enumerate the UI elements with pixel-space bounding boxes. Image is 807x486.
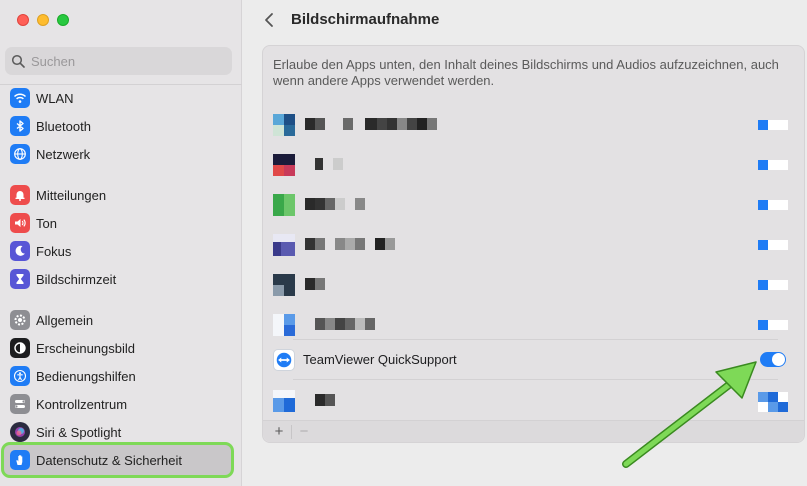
app-row-redacted — [273, 184, 788, 224]
sidebar-item-label: Siri & Spotlight — [36, 424, 122, 440]
speaker-icon — [10, 213, 30, 233]
redacted-app-name — [305, 198, 365, 210]
teamviewer-icon — [273, 349, 295, 371]
sidebar-item-label: Fokus — [36, 243, 72, 259]
minimize-window-button[interactable] — [37, 14, 49, 26]
hand-icon — [10, 450, 30, 470]
app-icon — [273, 234, 295, 256]
annotation-arrow — [622, 361, 757, 468]
back-button[interactable] — [261, 9, 277, 31]
redacted-toggle[interactable] — [758, 240, 788, 250]
redacted-toggle[interactable] — [758, 200, 788, 210]
redacted-toggle[interactable] — [758, 280, 788, 290]
app-row-redacted — [273, 104, 788, 144]
description-text: Erlaube den Apps unten, den Inhalt deine… — [273, 57, 779, 88]
remove-app-button[interactable]: − — [294, 423, 314, 440]
bell-icon — [10, 185, 30, 205]
redacted-app-name — [305, 118, 437, 130]
app-icon — [273, 314, 295, 336]
redacted-toggle[interactable] — [758, 320, 788, 330]
sidebar-item-datenschutz-sicherheit[interactable]: Datenschutz & Sicherheit — [4, 445, 231, 475]
app-row-redacted — [273, 144, 788, 184]
siri-icon — [10, 422, 30, 442]
search-input[interactable] — [31, 53, 221, 69]
sidebar-item-bildschirmzeit[interactable]: Bildschirmzeit — [10, 267, 230, 291]
switches-icon — [10, 394, 30, 414]
sidebar-item-label: Datenschutz & Sicherheit — [36, 452, 182, 468]
gear-icon — [10, 310, 30, 330]
sidebar-item-siri-spotlight[interactable]: Siri & Spotlight — [10, 420, 230, 444]
divider — [0, 84, 242, 85]
app-icon — [273, 194, 295, 216]
sidebar-item-label: Ton — [36, 215, 57, 231]
app-icon — [273, 274, 295, 296]
redacted-app-name — [305, 238, 395, 250]
sidebar-item-label: Allgemein — [36, 312, 94, 328]
sidebar-item-erscheinungsbild[interactable]: Erscheinungsbild — [10, 336, 230, 360]
redacted-app-name — [305, 394, 335, 406]
sidebar-item-label: Bildschirmzeit — [36, 271, 117, 287]
sidebar-item-kontrollzentrum[interactable]: Kontrollzentrum — [10, 392, 230, 416]
sidebar-item-label: WLAN — [36, 90, 74, 106]
sidebar-item-ton[interactable]: Ton — [10, 211, 230, 235]
sidebar-item-label: Bluetooth — [36, 118, 91, 134]
redacted-toggle[interactable] — [758, 120, 788, 130]
redacted-app-name — [305, 318, 375, 330]
app-row-redacted — [273, 224, 788, 264]
redacted-app-name — [305, 278, 325, 290]
sidebar-item-label: Erscheinungsbild — [36, 340, 136, 356]
divider — [291, 424, 292, 439]
app-row-redacted — [273, 304, 788, 344]
accessibility-icon — [10, 366, 30, 386]
app-name: TeamViewer QuickSupport — [303, 352, 457, 367]
zoom-window-button[interactable] — [57, 14, 69, 26]
sidebar-item-mitteilungen[interactable]: Mitteilungen — [10, 183, 230, 207]
app-icon — [273, 154, 295, 176]
wifi-icon — [10, 88, 30, 108]
sidebar-item-allgemein[interactable]: Allgemein — [10, 308, 230, 332]
add-app-button[interactable]: + — [269, 423, 289, 440]
page-title: Bildschirmaufnahme — [291, 11, 440, 28]
sidebar-item-label: Kontrollzentrum — [36, 396, 128, 412]
redacted-app-name — [305, 158, 343, 170]
search-field[interactable] — [5, 47, 232, 75]
app-icon — [273, 390, 295, 412]
sidebar-item-netzwerk[interactable]: Netzwerk — [10, 142, 230, 166]
app-row-redacted — [273, 264, 788, 304]
sidebar-item-fokus[interactable]: Fokus — [10, 239, 230, 263]
sidebar-item-label: Bedienungshilfen — [36, 368, 136, 384]
sidebar-item-wlan[interactable]: WLAN — [10, 86, 230, 110]
moon-icon — [10, 241, 30, 261]
globe-icon — [10, 144, 30, 164]
close-window-button[interactable] — [17, 14, 29, 26]
window-controls — [17, 14, 69, 26]
sidebar-item-bedienungshilfen[interactable]: Bedienungshilfen — [10, 364, 230, 388]
bluetooth-icon — [10, 116, 30, 136]
redacted-toggle[interactable] — [758, 160, 788, 170]
chevron-left-icon — [265, 13, 273, 27]
sidebar-item-label: Netzwerk — [36, 146, 91, 162]
sidebar-item-bluetooth[interactable]: Bluetooth — [10, 114, 230, 138]
sidebar: WLAN Bluetooth Netzwerk Mitteilungen Ton… — [0, 0, 242, 486]
search-icon — [11, 54, 25, 68]
appearance-icon — [10, 338, 30, 358]
sidebar-item-label: Mitteilungen — [36, 187, 107, 203]
app-icon — [273, 114, 295, 136]
hourglass-icon — [10, 269, 30, 289]
